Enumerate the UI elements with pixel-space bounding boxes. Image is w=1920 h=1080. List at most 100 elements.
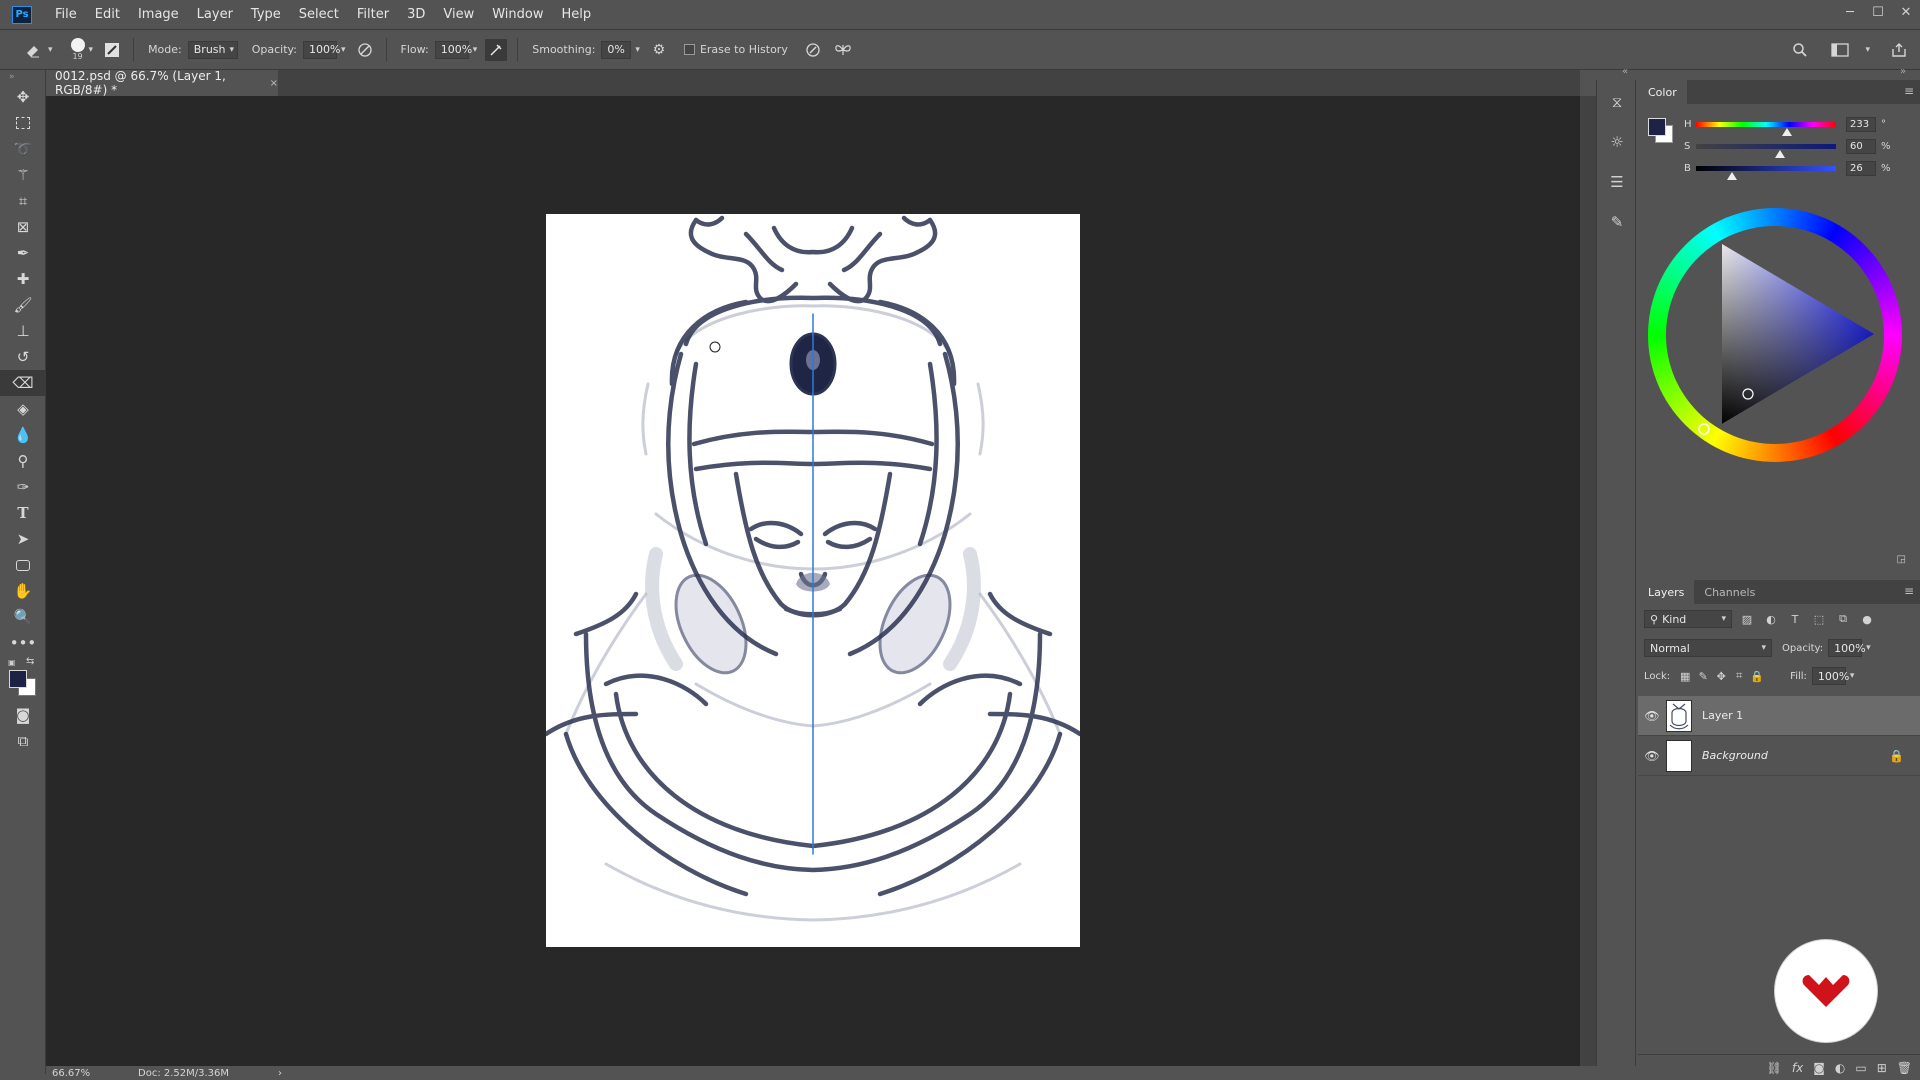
canvas-area[interactable] [46,96,1580,1066]
menu-edit[interactable]: Edit [86,0,129,30]
opacity-slider-icon[interactable]: ▾ [341,45,346,55]
layer-style-fx-icon[interactable]: fx [1792,1061,1803,1075]
document-tab[interactable]: 0012.psd @ 66.7% (Layer 1, RGB/8#) * × [46,69,278,97]
brightness-thumb[interactable] [1727,171,1738,180]
workspace-icon[interactable] [1829,39,1851,61]
layer-opacity-input[interactable]: 100% [1828,639,1866,657]
workspace-dropdown-icon[interactable]: ▾ [1865,45,1870,55]
layer-name[interactable]: Layer 1 [1702,709,1743,722]
panels-collapse-icon[interactable]: » [1900,66,1906,77]
zoom-level[interactable]: 66.67% [52,1068,122,1079]
hue-slider[interactable] [1696,121,1836,136]
default-colors-icon[interactable]: ▣ [8,658,16,667]
link-layers-icon[interactable]: ⛓ [1767,1061,1782,1075]
filter-shape-icon[interactable]: ⬚ [1810,610,1828,628]
brush-preset-picker[interactable]: 19 [70,38,85,61]
fill-slider-icon[interactable]: ▾ [1850,671,1855,681]
brush-settings-icon[interactable] [101,39,123,61]
history-panel-button[interactable]: ⧖ [1597,82,1637,122]
menu-file[interactable]: File [46,0,86,30]
paint-bucket-tool[interactable]: ◈ [0,396,46,422]
delete-layer-trash-icon[interactable]: 🗑 [1897,1061,1912,1075]
add-mask-icon[interactable]: ◙ [1813,1061,1825,1075]
layers-panel-menu-icon[interactable]: ≡ [1904,584,1914,598]
shape-tool[interactable] [0,552,46,578]
history-brush-tool[interactable]: ↺ [0,344,46,370]
pressure-opacity-icon[interactable] [354,39,376,61]
filter-smart-object-icon[interactable]: ⧉ [1834,610,1852,628]
panel-resize-icon[interactable]: ◲ [1897,554,1906,565]
hand-tool[interactable]: ✋ [0,578,46,604]
move-tool[interactable]: ✥ [0,84,46,110]
menu-window[interactable]: Window [483,0,552,30]
menu-3d[interactable]: 3D [398,0,434,30]
tab-color[interactable]: Color [1638,80,1687,104]
lock-position-icon[interactable]: ✥ [1712,667,1730,685]
menu-select[interactable]: Select [290,0,348,30]
menu-type[interactable]: Type [242,0,290,30]
symmetry-butterfly-icon[interactable] [832,39,854,61]
saturation-triangle[interactable] [1648,208,1902,462]
visibility-eye-icon[interactable]: 👁 [1638,709,1666,723]
smoothing-slider-icon[interactable]: ▾ [635,45,640,55]
menu-filter[interactable]: Filter [348,0,398,30]
blend-mode-select[interactable]: Normal ▾ [1644,639,1772,657]
close-tab-icon[interactable]: × [270,78,278,89]
brightness-input[interactable]: 26 [1846,160,1876,176]
maximize-button[interactable]: ☐ [1864,0,1892,24]
pen-tool[interactable]: ✑ [0,474,46,500]
hue-thumb[interactable] [1781,127,1792,136]
saturation-input[interactable]: 60 [1846,138,1876,154]
properties-panel-button[interactable]: ☰ [1597,162,1637,202]
saturation-slider[interactable] [1696,143,1836,158]
share-icon[interactable] [1888,39,1910,61]
preset-dropdown-icon[interactable]: ▾ [48,45,53,55]
flow-input[interactable]: 100% [434,40,472,59]
layer-filter-select[interactable]: ⚲ Kind ▾ [1644,610,1732,628]
visibility-eye-icon[interactable]: 👁 [1638,749,1666,763]
document-canvas[interactable] [546,214,1080,947]
swap-colors-icon[interactable]: ⇆ [26,656,34,667]
eraser-tool[interactable]: ⌫ [0,370,46,396]
menu-image[interactable]: Image [129,0,188,30]
color-wheel[interactable] [1648,208,1902,462]
more-tools-button[interactable]: ••• [0,630,46,656]
frame-tool[interactable]: ⊠ [0,214,46,240]
eyedropper-tool[interactable]: ✒ [0,240,46,266]
zoom-tool[interactable]: 🔍 [0,604,46,630]
opacity-input[interactable]: 100% [302,40,340,59]
lock-pixels-icon[interactable]: ✎ [1694,667,1712,685]
layer-name[interactable]: Background [1702,749,1768,762]
fill-input[interactable]: 100% [1811,667,1849,685]
tab-layers[interactable]: Layers [1638,580,1695,604]
minimize-button[interactable]: ─ [1836,0,1864,24]
eraser-preset-icon[interactable] [22,39,44,61]
smoothing-input[interactable]: 0% [601,40,632,59]
filter-type-icon[interactable]: T [1786,610,1804,628]
status-menu-arrow-icon[interactable]: › [278,1068,282,1079]
tab-channels[interactable]: Channels [1694,580,1765,604]
airbrush-icon[interactable] [485,38,508,61]
lock-transparent-icon[interactable]: ▦ [1676,667,1694,685]
close-window-button[interactable]: ✕ [1892,0,1920,24]
saturation-thumb[interactable] [1775,149,1785,158]
magic-wand-tool[interactable]: ⚚ [0,162,46,188]
type-tool[interactable]: T [0,500,46,526]
filter-adjustment-icon[interactable]: ◐ [1762,610,1780,628]
layer-row-background[interactable]: 👁 Background 🔒 [1638,736,1920,776]
path-selection-tool[interactable]: ➤ [0,526,46,552]
color-panel-menu-icon[interactable]: ≡ [1904,84,1914,98]
brush-dropdown-icon[interactable]: ▾ [89,45,94,55]
foreground-swatch[interactable] [1648,118,1666,136]
menu-layer[interactable]: Layer [188,0,242,30]
search-icon[interactable] [1789,39,1811,61]
ring-picker[interactable] [1698,423,1710,435]
smoothing-settings-gear-icon[interactable]: ⚙ [648,39,670,61]
menu-help[interactable]: Help [553,0,601,30]
layer-row-layer-1[interactable]: 👁 Layer 1 [1638,696,1920,736]
brightness-slider[interactable] [1696,165,1836,180]
new-group-folder-icon[interactable]: ▭ [1855,1061,1866,1075]
erase-to-history-checkbox[interactable] [683,44,695,55]
adjustment-layer-icon[interactable]: ◐ [1835,1061,1845,1075]
mode-select[interactable]: Brush ▾ [187,40,238,59]
